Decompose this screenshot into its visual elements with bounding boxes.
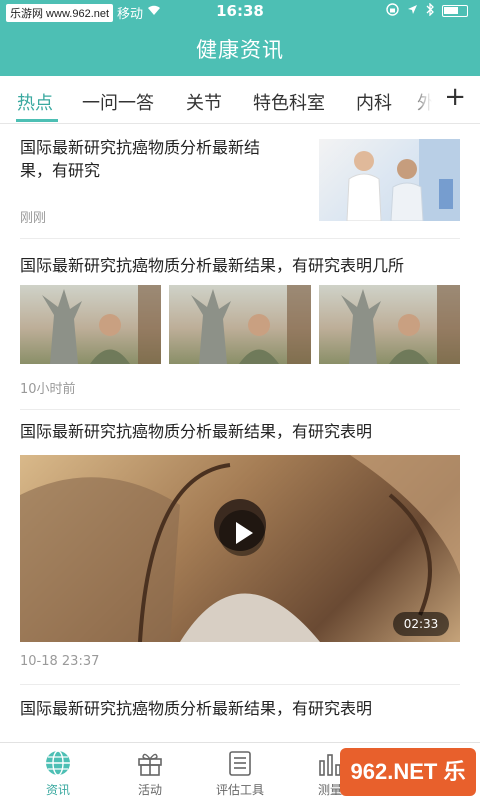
news-title[interactable]: 国际最新研究抗癌物质分析最新结果，有研究表明 xyxy=(20,697,460,720)
play-button[interactable] xyxy=(219,510,265,556)
nav-activities[interactable]: 活动 xyxy=(102,743,198,800)
gift-icon xyxy=(138,753,162,776)
location-icon xyxy=(407,4,418,18)
tab-internal-medicine[interactable]: 内科 xyxy=(356,89,392,115)
list-icon xyxy=(229,751,251,776)
nav-label: 评估工具 xyxy=(215,783,264,797)
status-bar: 乐游网 www.962.net 移动 16:38 xyxy=(0,0,480,22)
divider xyxy=(20,238,460,239)
globe-icon xyxy=(46,750,70,776)
news-title[interactable]: 国际最新研究抗癌物质分析最新结果，有研究 xyxy=(20,136,290,182)
battery-icon xyxy=(442,5,468,17)
nav-news[interactable]: 资讯 xyxy=(10,743,106,800)
bluetooth-icon xyxy=(426,2,434,19)
add-tab-button[interactable]: + xyxy=(444,82,466,112)
site-logo-watermark: 962.NET 乐游网 xyxy=(340,748,476,796)
nav-assessment-tools[interactable]: 评估工具 xyxy=(192,743,288,800)
news-thumbnail[interactable] xyxy=(319,139,460,221)
news-time: 10-18 23:37 xyxy=(20,654,100,669)
news-image[interactable] xyxy=(20,285,161,364)
tab-qa[interactable]: 一问一答 xyxy=(82,89,154,115)
status-icons xyxy=(386,2,468,19)
news-time: 刚刚 xyxy=(20,211,47,226)
news-title[interactable]: 国际最新研究抗癌物质分析最新结果，有研究表明几所 xyxy=(20,254,460,277)
news-image[interactable] xyxy=(319,285,460,364)
nav-label: 资讯 xyxy=(45,783,70,797)
divider xyxy=(20,409,460,410)
app-header: 乐游网 www.962.net 移动 16:38 健康资讯 xyxy=(0,0,480,76)
rotation-lock-icon xyxy=(386,3,399,19)
divider xyxy=(20,684,460,685)
news-time: 10小时前 xyxy=(20,382,76,397)
news-image[interactable] xyxy=(169,285,311,364)
page-title: 健康资讯 xyxy=(196,38,284,62)
nav-label: 活动 xyxy=(137,783,162,797)
active-tab-indicator xyxy=(16,119,58,122)
tab-hot[interactable]: 热点 xyxy=(17,89,53,115)
tab-special-departments[interactable]: 特色科室 xyxy=(253,89,325,115)
tab-scroll-fade xyxy=(408,82,438,122)
video-duration: 02:33 xyxy=(393,612,449,636)
tab-joints[interactable]: 关节 xyxy=(186,89,222,115)
news-title[interactable]: 国际最新研究抗癌物质分析最新结果，有研究表明 xyxy=(20,420,460,443)
